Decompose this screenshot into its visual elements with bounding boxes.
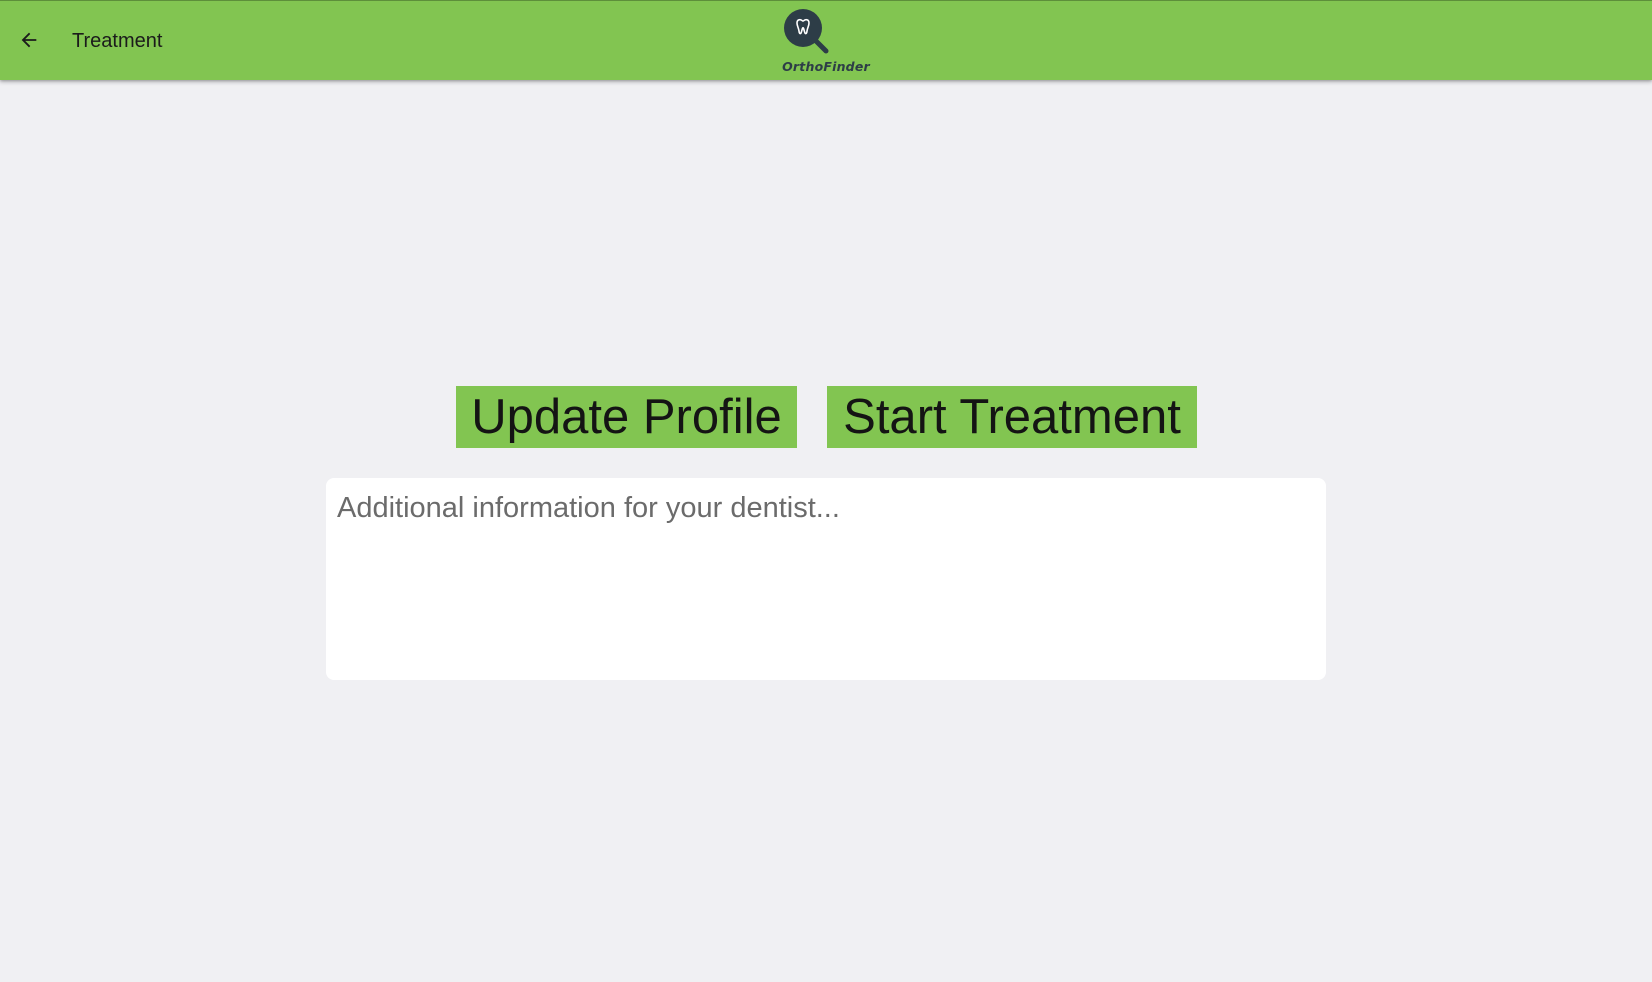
app-logo: OrthoFinder	[782, 7, 870, 77]
app-toolbar: Treatment OrthoFinder	[0, 0, 1652, 80]
back-button[interactable]	[12, 23, 46, 57]
update-profile-button[interactable]: Update Profile	[456, 386, 797, 448]
logo-text: OrthoFinder	[782, 59, 870, 74]
tooth-magnifier-icon	[784, 9, 829, 54]
page-title: Treatment	[72, 30, 163, 52]
arrow-left-icon	[21, 32, 37, 48]
dentist-notes-textarea[interactable]	[326, 478, 1326, 680]
start-treatment-button[interactable]: Start Treatment	[827, 386, 1197, 448]
action-buttons: Update Profile Start Treatment	[456, 386, 1197, 448]
